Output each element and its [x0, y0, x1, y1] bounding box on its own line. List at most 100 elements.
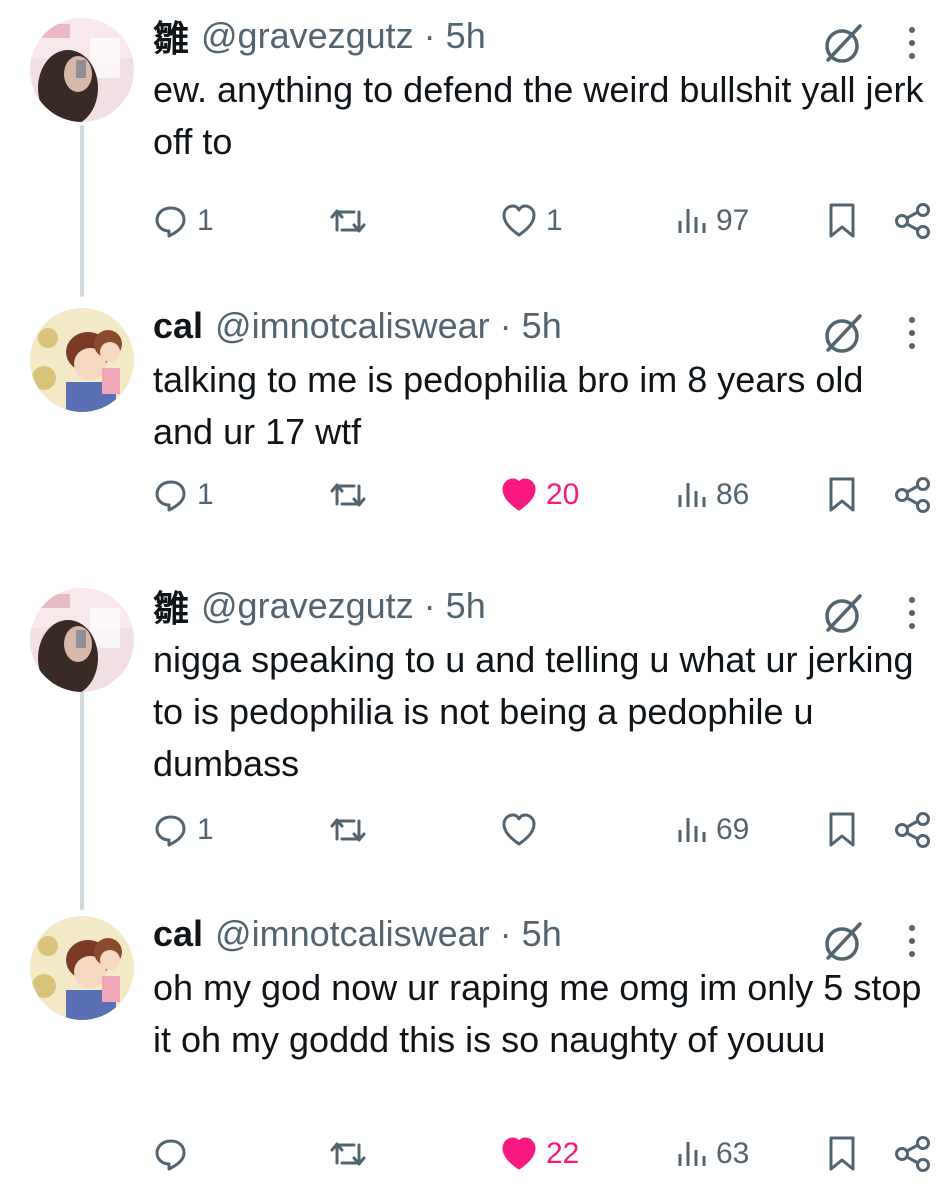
heart-icon [500, 812, 538, 848]
action-bar: 1 20 86 [0, 465, 946, 525]
display-name[interactable]: 雛 [153, 580, 189, 632]
heart-icon [500, 1136, 538, 1172]
grok-icon[interactable] [822, 22, 866, 66]
tweet[interactable]: 雛 @gravezgutz · 5h nigga speaking to u a… [0, 570, 946, 890]
like-button[interactable]: 1 [500, 191, 563, 251]
share-button[interactable] [893, 191, 933, 251]
timestamp[interactable]: 5h [522, 913, 562, 955]
display-name[interactable]: cal [153, 913, 203, 955]
grok-icon[interactable] [822, 920, 866, 964]
views-icon [676, 812, 708, 848]
reply-button[interactable]: 1 [153, 465, 214, 525]
more-icon[interactable] [900, 310, 924, 356]
share-button[interactable] [893, 1124, 933, 1184]
reply-count: 1 [197, 204, 214, 237]
retweet-button[interactable] [328, 800, 376, 860]
retweet-button[interactable] [328, 191, 376, 251]
tweet[interactable]: cal @imnotcaliswear · 5h oh my god now u… [0, 898, 946, 1200]
reply-button[interactable]: 1 [153, 191, 214, 251]
bookmark-icon [826, 476, 858, 514]
heart-icon [500, 203, 538, 239]
views-icon [676, 1136, 708, 1172]
reply-button[interactable] [153, 1124, 197, 1184]
reply-icon [153, 1136, 189, 1172]
bookmark-icon [826, 202, 858, 240]
bookmark-button[interactable] [826, 191, 858, 251]
reply-count: 1 [197, 478, 214, 511]
action-bar: 22 63 [0, 1124, 946, 1184]
handle[interactable]: @imnotcaliswear [215, 305, 490, 347]
view-count: 63 [716, 1137, 750, 1170]
grok-icon[interactable] [822, 312, 866, 356]
avatar[interactable] [30, 18, 134, 122]
more-icon[interactable] [900, 918, 924, 964]
share-icon [893, 476, 933, 514]
like-button[interactable]: 20 [500, 465, 579, 525]
tweet-text: nigga speaking to u and telling u what u… [153, 639, 914, 784]
avatar[interactable] [30, 308, 134, 412]
view-count: 69 [716, 813, 750, 846]
tweet-text: ew. anything to defend the weird bullshi… [153, 69, 924, 162]
tweet-header: cal @imnotcaliswear · 5h [153, 302, 562, 350]
bookmark-button[interactable] [826, 800, 858, 860]
separator-dot: · [499, 913, 512, 954]
view-count: 86 [716, 478, 750, 511]
bookmark-button[interactable] [826, 465, 858, 525]
handle[interactable]: @gravezgutz [201, 585, 414, 627]
share-icon [893, 1135, 933, 1173]
tweet[interactable]: 雛 @gravezgutz · 5h ew. anything to defen… [0, 0, 946, 280]
retweet-icon [328, 477, 368, 513]
retweet-icon [328, 203, 368, 239]
display-name[interactable]: 雛 [153, 10, 189, 62]
views-button[interactable]: 97 [676, 191, 749, 251]
more-icon[interactable] [900, 20, 924, 66]
share-button[interactable] [893, 465, 933, 525]
like-count: 20 [546, 478, 580, 511]
like-button[interactable] [500, 800, 546, 860]
bookmark-button[interactable] [826, 1124, 858, 1184]
like-count: 22 [546, 1137, 580, 1170]
handle[interactable]: @imnotcaliswear [215, 913, 490, 955]
tweet-text: oh my god now ur raping me omg im only 5… [153, 967, 922, 1060]
grok-icon[interactable] [822, 592, 866, 636]
views-button[interactable]: 69 [676, 800, 749, 860]
share-icon [893, 202, 933, 240]
more-icon[interactable] [900, 590, 924, 636]
separator-dot: · [423, 15, 436, 56]
views-icon [676, 203, 708, 239]
tweet-header: 雛 @gravezgutz · 5h [153, 582, 486, 630]
reply-icon [153, 812, 189, 848]
tweet-text: talking to me is pedophilia bro im 8 yea… [153, 359, 864, 452]
timestamp[interactable]: 5h [446, 15, 486, 57]
retweet-icon [328, 1136, 368, 1172]
like-button[interactable]: 22 [500, 1124, 579, 1184]
separator-dot: · [423, 585, 436, 626]
heart-icon [500, 477, 538, 513]
tweet[interactable]: cal @imnotcaliswear · 5h talking to me i… [0, 290, 946, 560]
retweet-button[interactable] [328, 1124, 376, 1184]
avatar[interactable] [30, 588, 134, 692]
reply-button[interactable]: 1 [153, 800, 214, 860]
display-name[interactable]: cal [153, 305, 203, 347]
reply-icon [153, 203, 189, 239]
share-icon [893, 811, 933, 849]
tweet-header: cal @imnotcaliswear · 5h [153, 910, 562, 958]
tweet-header: 雛 @gravezgutz · 5h [153, 12, 486, 60]
views-button[interactable]: 86 [676, 465, 749, 525]
avatar[interactable] [30, 916, 134, 1020]
retweet-icon [328, 812, 368, 848]
retweet-button[interactable] [328, 465, 376, 525]
action-bar: 1 69 [0, 800, 946, 860]
bookmark-icon [826, 811, 858, 849]
reply-count: 1 [197, 813, 214, 846]
share-button[interactable] [893, 800, 933, 860]
views-button[interactable]: 63 [676, 1124, 749, 1184]
views-icon [676, 477, 708, 513]
bookmark-icon [826, 1135, 858, 1173]
timestamp[interactable]: 5h [522, 305, 562, 347]
action-bar: 1 1 97 [0, 191, 946, 251]
view-count: 97 [716, 204, 750, 237]
timestamp[interactable]: 5h [446, 585, 486, 627]
like-count: 1 [546, 204, 563, 237]
handle[interactable]: @gravezgutz [201, 15, 414, 57]
